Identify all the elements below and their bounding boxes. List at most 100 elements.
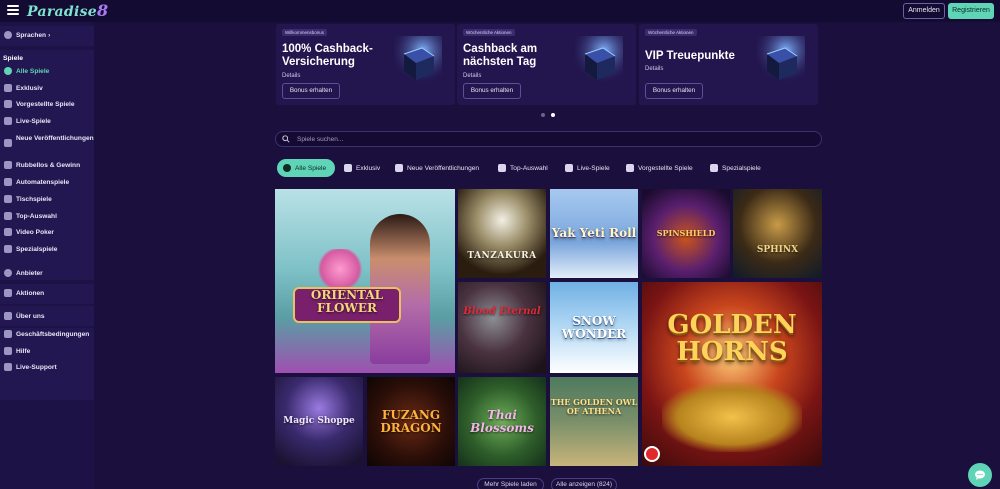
sidebar-item-new-releases[interactable]: Neue Veröffentlichungen xyxy=(4,134,96,147)
load-more-button[interactable]: Mehr Spiele laden xyxy=(477,478,544,489)
promo-tag: Willkommensbonus xyxy=(282,29,328,36)
tab-specialty[interactable]: Spezialspiele xyxy=(704,159,767,177)
search-icon xyxy=(282,135,290,143)
sidebar-item-table-games[interactable]: Tischspiele xyxy=(4,195,52,203)
sidebar-item-live-games[interactable]: Live-Spiele xyxy=(4,117,51,125)
game-tile[interactable]: TANZAKURA xyxy=(458,189,546,278)
about-icon xyxy=(4,312,12,320)
horseshoe-icon xyxy=(4,67,12,75)
promo-card[interactable]: Wöchentliche Aktionen VIP Treuepunkte De… xyxy=(639,24,818,105)
specialty-icon xyxy=(710,164,718,172)
new-releases-icon xyxy=(395,164,403,172)
game-tile[interactable]: Blood Eternal xyxy=(458,282,546,373)
promo-details-link[interactable]: Details xyxy=(282,73,300,79)
game-tile[interactable]: Thai Blossoms xyxy=(458,377,546,466)
game-tile[interactable]: GOLDEN HORNS xyxy=(642,282,822,466)
top-bar: Paradise8 Anmelden Registrieren xyxy=(0,0,1000,22)
promo-card[interactable]: Wöchentliche Aktionen Cashback am nächst… xyxy=(457,24,636,105)
sidebar-item-live-support[interactable]: Live-Support xyxy=(4,363,57,371)
top-picks-icon xyxy=(498,164,506,172)
live-chat-button[interactable] xyxy=(968,463,992,487)
tab-top-picks[interactable]: Top-Auswahl xyxy=(492,159,554,177)
game-tile[interactable]: FUZANG DRAGON xyxy=(367,377,455,466)
game-title: Blood Eternal xyxy=(463,306,541,318)
game-tile[interactable]: THE GOLDEN OWL OF ATHENA xyxy=(550,377,638,466)
sidebar-item-about[interactable]: Über uns xyxy=(4,312,45,320)
sidebar-item-help[interactable]: Hilfe xyxy=(4,347,30,355)
game-title: Thai Blossoms xyxy=(470,407,534,435)
horseshoe-icon xyxy=(283,164,291,172)
sidebar-item-all-games[interactable]: Alle Spiele xyxy=(4,67,49,75)
game-title: GOLDEN HORNS xyxy=(667,310,797,368)
sidebar-item-languages[interactable]: Sprachen › xyxy=(4,31,50,39)
promo-claim-button[interactable]: Bonus erhalten xyxy=(645,83,703,99)
specialty-icon xyxy=(4,245,12,253)
game-tile[interactable]: ORIENTAL FLOWER xyxy=(275,189,455,373)
promo-title: 100% Cashback-Versicherung xyxy=(282,43,373,68)
sidebar-item-top-picks[interactable]: Top-Auswahl xyxy=(4,212,57,220)
tab-new-releases[interactable]: Neue Veröffentlichungen xyxy=(389,159,485,177)
promo-details-link[interactable]: Details xyxy=(463,73,481,79)
sidebar-item-terms[interactable]: Geschäftsbedingungen xyxy=(4,330,89,338)
promo-tag: Wöchentliche Aktionen xyxy=(463,29,515,36)
login-button[interactable]: Anmelden xyxy=(903,3,945,19)
game-tile[interactable]: Magic Shoppe xyxy=(275,377,363,466)
sidebar-item-video-poker[interactable]: Video Poker xyxy=(4,228,54,236)
game-tile[interactable]: SPINSHIELD xyxy=(642,189,730,278)
game-title: ORIENTAL FLOWER xyxy=(310,288,384,315)
game-title: THE GOLDEN OWL OF ATHENA xyxy=(550,397,638,416)
scratch-card-icon xyxy=(4,161,12,169)
promo-card[interactable]: Willkommensbonus 100% Cashback-Versicher… xyxy=(276,24,455,105)
chat-bubble-icon xyxy=(975,470,985,480)
sidebar-item-providers[interactable]: Anbieter xyxy=(4,269,43,277)
live-dealer-icon xyxy=(4,117,12,125)
help-icon xyxy=(4,347,12,355)
sidebar-item-slots[interactable]: Automatenspiele xyxy=(4,178,69,186)
live-dealer-icon xyxy=(565,164,573,172)
promo-claim-button[interactable]: Bonus erhalten xyxy=(282,83,340,99)
game-tile[interactable]: SNOW WONDER xyxy=(550,282,638,373)
game-title: TANZAKURA xyxy=(467,250,537,261)
sidebar-item-featured[interactable]: Vorgestellte Spiele xyxy=(4,100,75,108)
game-tile[interactable]: Yak Yeti Roll xyxy=(550,189,638,278)
top-picks-icon xyxy=(4,212,12,220)
game-title: FUZANG DRAGON xyxy=(380,407,442,435)
sidebar-item-specialty[interactable]: Spezialspiele xyxy=(4,245,57,253)
lotus-flower xyxy=(315,249,365,289)
carousel-dot-active[interactable] xyxy=(551,113,555,117)
promo-tag: Wöchentliche Aktionen xyxy=(645,29,697,36)
search-bar[interactable] xyxy=(275,131,822,147)
sidebar-item-exclusive[interactable]: Exklusiv xyxy=(4,84,43,92)
video-poker-icon xyxy=(4,228,12,236)
exclusive-icon xyxy=(4,84,12,92)
provider-badge-icon xyxy=(644,446,660,462)
chevron-right-icon: › xyxy=(48,31,51,39)
carousel-dot[interactable] xyxy=(541,113,545,117)
table-games-icon xyxy=(4,195,12,203)
search-input[interactable] xyxy=(297,132,797,146)
tab-featured[interactable]: Vorgestellte Spiele xyxy=(620,159,699,177)
tab-exclusive[interactable]: Exklusiv xyxy=(338,159,386,177)
tab-live-games[interactable]: Live-Spiele xyxy=(559,159,616,177)
gift-cube-icon xyxy=(757,36,805,84)
tab-all-games[interactable]: Alle Spiele xyxy=(277,159,335,177)
providers-icon xyxy=(4,269,12,277)
promo-details-link[interactable]: Details xyxy=(645,66,663,72)
game-title: SNOW WONDER xyxy=(561,313,627,341)
game-tile[interactable]: SPHINX xyxy=(733,189,822,278)
sidebar-section-games: Spiele xyxy=(3,55,24,62)
promotions-icon xyxy=(4,289,12,297)
promo-title: VIP Treuepunkte xyxy=(645,50,735,62)
hamburger-menu-icon[interactable] xyxy=(7,5,19,15)
gift-cube-icon xyxy=(394,36,442,84)
register-button[interactable]: Registrieren xyxy=(948,3,994,19)
game-title: SPINSHIELD xyxy=(656,228,716,239)
chat-support-icon xyxy=(4,363,12,371)
sidebar-item-promotions[interactable]: Aktionen xyxy=(4,289,44,297)
sidebar-item-scratch-cards[interactable]: Rubbellos & Gewinn xyxy=(4,161,80,169)
gift-cube-icon xyxy=(575,36,623,84)
brand-logo[interactable]: Paradise8 xyxy=(27,1,108,20)
game-title: SPHINX xyxy=(756,244,799,255)
show-all-button[interactable]: Alle anzeigen (824) xyxy=(551,478,617,489)
promo-claim-button[interactable]: Bonus erhalten xyxy=(463,83,521,99)
